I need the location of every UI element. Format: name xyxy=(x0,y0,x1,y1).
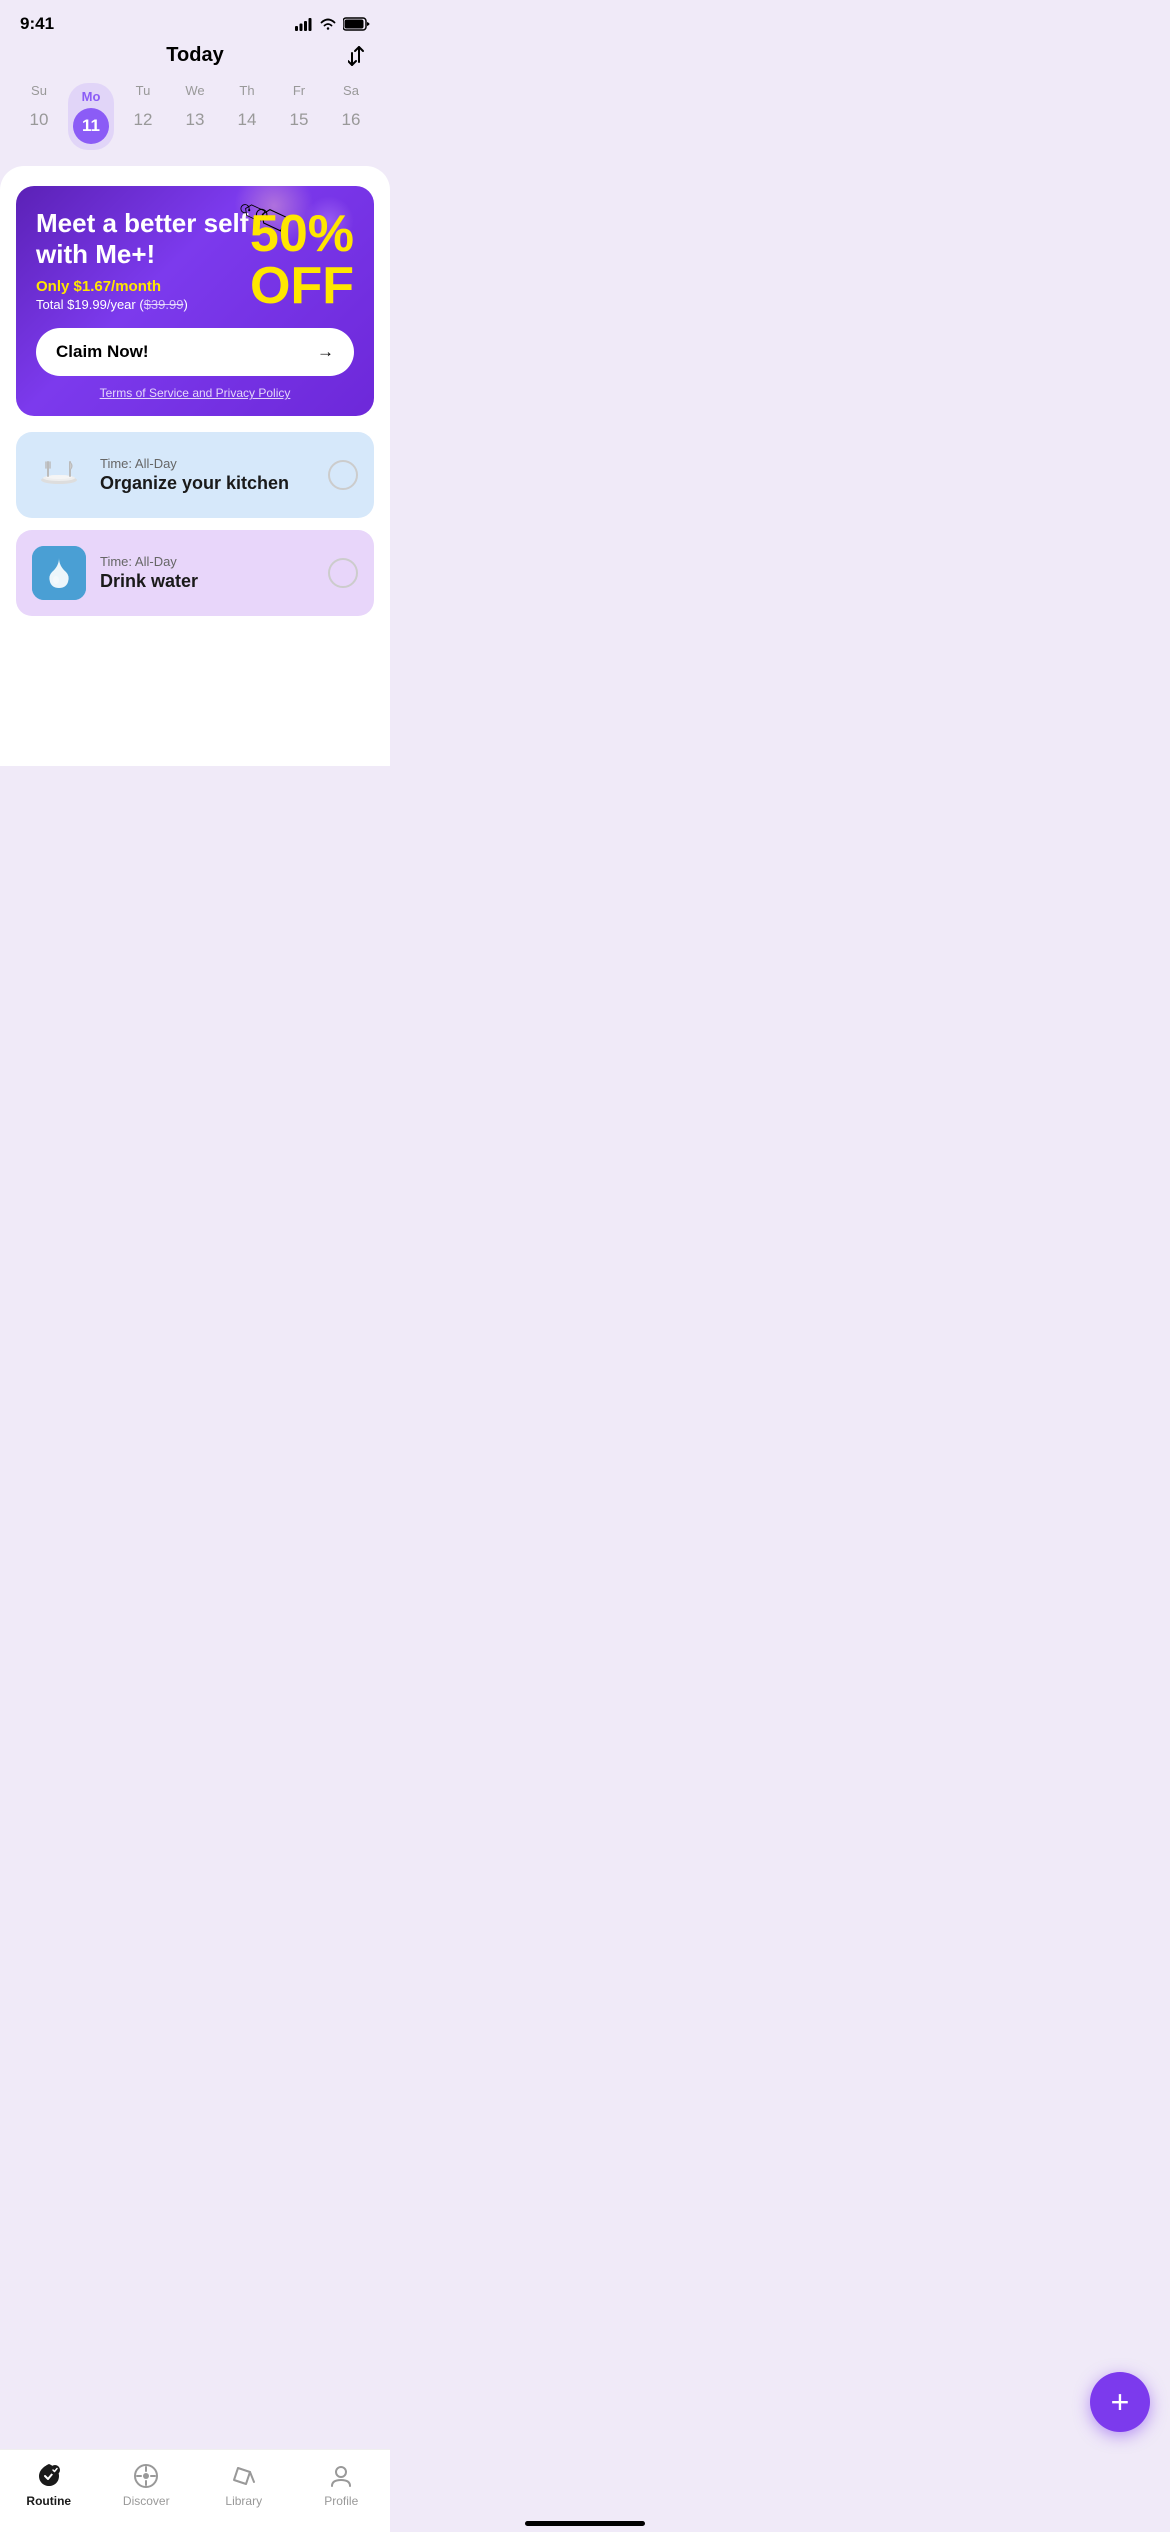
discount-off: OFF xyxy=(250,257,354,315)
header: Today xyxy=(0,40,390,75)
calendar-day-su[interactable]: Su 10 xyxy=(16,83,62,150)
claim-button[interactable]: Claim Now! → xyxy=(36,328,354,376)
tab-routine[interactable]: Routine xyxy=(9,2462,89,2508)
calendar-day-sa[interactable]: Sa 16 xyxy=(328,83,374,150)
promo-price: Only $1.67/month xyxy=(36,278,250,295)
promo-text: Meet a better self with Me+! Only $1.67/… xyxy=(36,208,250,312)
tab-bar: Routine Discover Library xyxy=(0,2449,390,2532)
calendar-week: Su 10 Mo 11 Tu 12 We 13 Th 14 Fr 15 Sa 1… xyxy=(0,75,390,166)
library-tab-label: Library xyxy=(225,2494,262,2508)
promo-banner: Meet a better self with Me+! Only $1.67/… xyxy=(16,186,374,416)
discover-tab-label: Discover xyxy=(123,2494,170,2508)
profile-icon xyxy=(327,2462,355,2490)
task-item-kitchen: Time: All-Day Organize your kitchen xyxy=(16,432,374,518)
promo-top: Meet a better self with Me+! Only $1.67/… xyxy=(36,208,354,312)
kitchen-task-checkbox[interactable] xyxy=(328,460,358,490)
kitchen-task-name: Organize your kitchen xyxy=(100,473,314,494)
claim-arrow-icon: → xyxy=(317,342,334,362)
add-icon: + xyxy=(1111,2386,1130,2418)
tab-library[interactable]: Library xyxy=(204,2462,284,2508)
tab-profile[interactable]: Profile xyxy=(301,2462,381,2508)
discover-icon xyxy=(132,2462,160,2490)
water-icon xyxy=(32,546,86,600)
calendar-days-row: Su 10 Mo 11 Tu 12 We 13 Th 14 Fr 15 Sa 1… xyxy=(16,83,374,150)
library-icon xyxy=(230,2462,258,2490)
kitchen-icon xyxy=(32,448,86,502)
wifi-icon xyxy=(319,17,337,31)
promo-discount-tag: 50% OFF 🏷 xyxy=(250,208,354,312)
tab-discover[interactable]: Discover xyxy=(106,2462,186,2508)
water-task-info: Time: All-Day Drink water xyxy=(100,554,314,592)
water-task-time: Time: All-Day xyxy=(100,554,314,569)
add-task-fab[interactable]: + xyxy=(1090,2372,1150,2432)
calendar-day-mo[interactable]: Mo 11 xyxy=(68,83,114,150)
main-content: Meet a better self with Me+! Only $1.67/… xyxy=(0,166,390,766)
calendar-day-we[interactable]: We 13 xyxy=(172,83,218,150)
task-item-water: Time: All-Day Drink water xyxy=(16,530,374,616)
status-time: 9:41 xyxy=(20,14,54,34)
calendar-day-fr[interactable]: Fr 15 xyxy=(276,83,322,150)
battery-icon xyxy=(343,17,370,31)
sort-button[interactable] xyxy=(348,45,370,67)
routine-tab-label: Routine xyxy=(26,2494,71,2508)
calendar-day-th[interactable]: Th 14 xyxy=(224,83,270,150)
discount-percent: 50% xyxy=(250,205,354,263)
page-title: Today xyxy=(166,44,223,67)
calendar-day-tu[interactable]: Tu 12 xyxy=(120,83,166,150)
routine-icon xyxy=(35,2462,63,2490)
water-task-name: Drink water xyxy=(100,571,314,592)
kitchen-task-info: Time: All-Day Organize your kitchen xyxy=(100,456,314,494)
status-bar: 9:41 xyxy=(0,0,390,40)
promo-headline: Meet a better self with Me+! xyxy=(36,208,250,270)
status-icons xyxy=(295,17,370,31)
terms-link[interactable]: Terms of Service and Privacy Policy xyxy=(36,386,354,400)
profile-tab-label: Profile xyxy=(324,2494,358,2508)
kitchen-task-time: Time: All-Day xyxy=(100,456,314,471)
signal-icon xyxy=(295,18,313,31)
home-indicator xyxy=(525,2521,645,2526)
claim-button-label: Claim Now! xyxy=(56,342,149,362)
water-task-checkbox[interactable] xyxy=(328,558,358,588)
promo-total: Total $19.99/year ($39.99) xyxy=(36,297,250,312)
